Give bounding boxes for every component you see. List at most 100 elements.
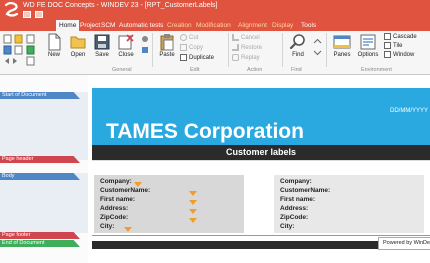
tile-button[interactable]: Tile xyxy=(384,42,402,51)
tab-tools[interactable]: Tools xyxy=(301,20,316,31)
close-button[interactable]: Close xyxy=(114,33,138,58)
restore-button[interactable]: Restore xyxy=(232,44,262,53)
tab-creation[interactable]: Creation xyxy=(167,20,192,31)
field-company[interactable]: Company: xyxy=(100,178,132,186)
field-company[interactable]: Company: xyxy=(280,178,312,186)
panes-button[interactable]: Panes xyxy=(330,33,354,58)
qat-save-icon[interactable] xyxy=(23,11,31,18)
paste-button[interactable]: Paste xyxy=(155,33,179,58)
field-city[interactable]: City: xyxy=(280,223,294,231)
field-anchor-icon xyxy=(189,209,197,214)
field-zipcode[interactable]: ZipCode: xyxy=(100,214,128,222)
options-label: Options xyxy=(357,52,379,58)
cascade-label: Cascade xyxy=(393,34,417,41)
band-page-header[interactable]: Page header xyxy=(0,156,80,163)
close-label: Close xyxy=(118,52,134,58)
options-button[interactable]: Options xyxy=(356,33,380,58)
find-label: Find xyxy=(292,52,304,58)
group-separator xyxy=(152,33,153,67)
cut-button[interactable]: Cut xyxy=(180,34,198,43)
group-edit-label: Edit xyxy=(190,67,200,73)
chevron-up-icon[interactable] xyxy=(313,37,322,46)
ribbon: New Open Save Close General Paste Cut Co… xyxy=(0,31,430,75)
cascade-button[interactable]: Cascade xyxy=(384,33,417,42)
restore-label: Restore xyxy=(241,45,263,52)
window-title: WD FE DOC Concepts - WINDEV 23 - [RPT_Cu… xyxy=(23,2,218,9)
close-document-icon xyxy=(118,34,134,50)
labels-title: Customer labels xyxy=(225,147,297,157)
field-address[interactable]: Address: xyxy=(100,205,128,213)
field-customer-name[interactable]: CustomerName: xyxy=(280,187,330,195)
cancel-label: Cancel xyxy=(241,35,260,42)
group-environment-label: Environment xyxy=(361,67,392,73)
save-label: Save xyxy=(95,52,109,58)
find-button[interactable]: Find xyxy=(286,33,310,58)
field-address[interactable]: Address: xyxy=(280,205,308,213)
duplicate-icon xyxy=(180,54,187,61)
cut-scissors-icon xyxy=(180,34,187,41)
undo-icon xyxy=(232,34,239,41)
copy-label: Copy xyxy=(189,45,204,52)
field-first-name[interactable]: First name: xyxy=(280,196,315,204)
general-extra-icons[interactable] xyxy=(140,35,150,57)
save-disk-icon xyxy=(94,34,110,50)
tab-display[interactable]: Display xyxy=(272,20,293,31)
tab-scm[interactable]: SCM xyxy=(101,20,115,31)
replay-button[interactable]: Replay xyxy=(232,54,260,63)
field-anchor-icon xyxy=(189,191,197,196)
field-anchor-icon xyxy=(124,227,132,232)
tab-home[interactable]: Home xyxy=(56,20,80,31)
new-label: New xyxy=(47,52,60,58)
labels-title-bar[interactable]: Customer labels xyxy=(92,145,430,160)
company-title[interactable]: TAMES Corporation xyxy=(106,120,304,144)
window-icon xyxy=(384,51,391,58)
band-page-footer[interactable]: Page footer xyxy=(0,232,80,239)
panes-icon xyxy=(333,35,351,49)
group-separator xyxy=(228,33,229,67)
group-action-label: Action xyxy=(247,67,263,73)
cancel-button[interactable]: Cancel xyxy=(232,34,260,43)
band-body[interactable]: Body xyxy=(0,173,80,180)
tab-alignment[interactable]: Alignment xyxy=(238,20,267,31)
field-anchor-icon xyxy=(134,182,142,187)
group-find-label: Find xyxy=(291,67,302,73)
open-button[interactable]: Open xyxy=(66,33,90,58)
field-city[interactable]: City: xyxy=(100,223,114,231)
open-label: Open xyxy=(70,52,86,58)
tab-project[interactable]: Project xyxy=(80,20,100,31)
band-end-of-document[interactable]: End of Document xyxy=(0,240,80,247)
date-field[interactable]: DD/MM/YYYY xyxy=(390,108,428,114)
chevron-down-icon[interactable] xyxy=(313,48,322,57)
ribbon-quick-tools[interactable] xyxy=(3,34,43,66)
field-zipcode[interactable]: ZipCode: xyxy=(280,214,308,222)
copy-button[interactable]: Copy xyxy=(180,44,203,53)
tab-modification[interactable]: Modification xyxy=(196,20,231,31)
paste-clipboard-icon xyxy=(160,34,174,51)
qat-grid-icon[interactable] xyxy=(34,11,43,18)
redo-icon xyxy=(232,44,239,51)
title-bar: WD FE DOC Concepts - WINDEV 23 - [RPT_Cu… xyxy=(0,0,430,20)
field-anchor-icon xyxy=(189,200,197,205)
windev-logo-icon xyxy=(4,2,19,17)
window-label: Window xyxy=(393,52,415,59)
customer-label-card[interactable]: Company: CustomerName: First name: Addre… xyxy=(94,175,244,233)
cut-label: Cut xyxy=(189,35,199,42)
tile-label: Tile xyxy=(393,43,403,50)
group-general-label: General xyxy=(112,67,132,73)
band-start-of-document[interactable]: Start of Document xyxy=(0,92,80,99)
group-separator xyxy=(326,33,327,67)
save-button[interactable]: Save xyxy=(90,33,114,58)
powered-by-label[interactable]: Powered by WinDev xyxy=(378,237,430,250)
new-button[interactable]: New xyxy=(42,33,66,58)
cascade-icon xyxy=(384,33,391,40)
quick-access-toolbar xyxy=(23,11,45,20)
window-button[interactable]: Window xyxy=(384,51,414,60)
tab-automatic-tests[interactable]: Automatic tests xyxy=(119,20,163,31)
options-icon xyxy=(360,34,376,50)
field-customer-name[interactable]: CustomerName: xyxy=(100,187,150,195)
customer-label-card[interactable]: Company: CustomerName: First name: Addre… xyxy=(274,175,424,233)
band-area xyxy=(0,173,88,233)
field-first-name[interactable]: First name: xyxy=(100,196,135,204)
report-design-area[interactable]: DD/MM/YYYY TAMES Corporation Customer la… xyxy=(88,75,430,263)
duplicate-button[interactable]: Duplicate xyxy=(180,54,214,63)
